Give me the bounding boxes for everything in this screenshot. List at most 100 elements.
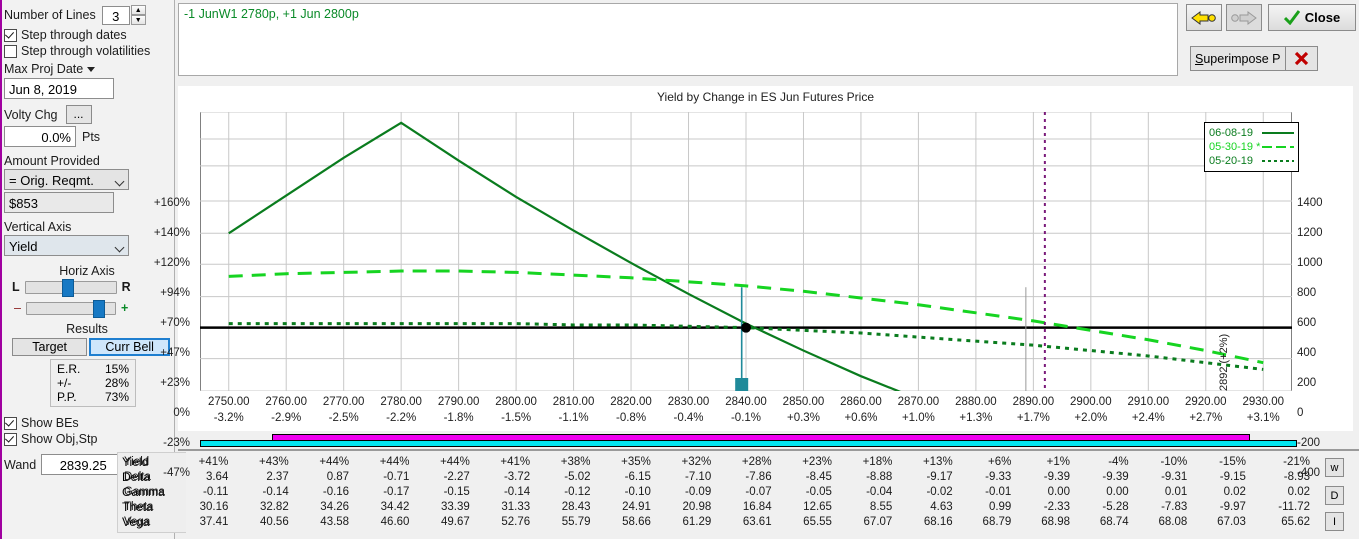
zoom-slider-thumb[interactable] bbox=[92, 299, 105, 318]
greeks-cell: -3.72 bbox=[503, 471, 531, 483]
greeks-cell: 0.02 bbox=[1287, 486, 1310, 498]
chart-title: Yield by Change in ES Jun Futures Price bbox=[656, 90, 874, 104]
greeks-cell: -0.01 bbox=[985, 486, 1012, 498]
greeks-cell: 67.07 bbox=[863, 516, 893, 528]
greeks-cell: -0.02 bbox=[926, 486, 953, 498]
chart-legend: 06-08-19 05-30-19 * 05-20-19 bbox=[1204, 122, 1299, 172]
greeks-cell: 68.74 bbox=[1099, 516, 1129, 528]
volty-value-row: 0.0% Pts bbox=[0, 126, 174, 147]
d-button[interactable]: D bbox=[1325, 486, 1344, 505]
greeks-cell: +38% bbox=[560, 456, 591, 468]
back-button[interactable] bbox=[1186, 4, 1222, 31]
greeks-cell: -0.15 bbox=[443, 486, 470, 498]
y-tick-right: 1200 bbox=[1297, 227, 1323, 239]
i-button[interactable]: I bbox=[1325, 512, 1344, 531]
result-name: P.P. bbox=[57, 390, 77, 404]
forward-button[interactable] bbox=[1226, 4, 1262, 31]
pan-slider-track[interactable] bbox=[24, 278, 117, 297]
y-tick-left: -23% bbox=[163, 437, 190, 449]
checkbox-icon[interactable] bbox=[4, 416, 17, 430]
position-text: -1 JunW1 2780p, +1 Jun 2800p bbox=[184, 7, 359, 21]
number-of-lines-input[interactable]: 3 bbox=[101, 5, 130, 25]
amount-provided-value[interactable]: $853 bbox=[4, 192, 114, 213]
amount-provided-select[interactable]: = Orig. Reqmt. bbox=[4, 169, 129, 190]
greeks-cell: +18% bbox=[862, 456, 893, 468]
superimpose-delete-button[interactable] bbox=[1286, 46, 1318, 71]
range-bar-cyan[interactable] bbox=[200, 440, 1297, 447]
x-tick-pct-label: +2.7% bbox=[1189, 412, 1223, 424]
x-tick-label: 2870.00 bbox=[897, 396, 940, 408]
tab-target[interactable]: Target bbox=[12, 338, 88, 356]
chart-container[interactable]: Yield by Change in ES Jun Futures Price … bbox=[154, 86, 1353, 479]
close-label: Close bbox=[1304, 10, 1341, 25]
checkbox-icon[interactable] bbox=[4, 44, 17, 58]
plot-area[interactable] bbox=[200, 112, 1292, 391]
greeks-cell: +43% bbox=[258, 456, 289, 468]
legend-line-dotted-icon bbox=[1262, 160, 1294, 162]
number-of-lines-label: Number of Lines bbox=[4, 8, 96, 22]
close-button[interactable]: Close bbox=[1268, 4, 1356, 31]
x-tick-pct-label: -0.1% bbox=[730, 412, 762, 424]
volty-chg-options-button[interactable]: ... bbox=[65, 105, 92, 124]
x-tick-label: 2910.00 bbox=[1127, 396, 1170, 408]
volty-chg-row: Volty Chg ... bbox=[0, 105, 174, 124]
greeks-cell: 55.79 bbox=[561, 516, 591, 528]
greeks-cell: 0.87 bbox=[326, 471, 350, 483]
result-row: P.P. 73% bbox=[57, 390, 129, 404]
greeks-row: Delta 3.64 2.37 0.87 -0.71 -2.27 -3.72 -5.02 -6.… bbox=[122, 470, 1312, 485]
zoom-slider-track[interactable] bbox=[25, 299, 116, 318]
spinner-up-icon[interactable]: ▲ bbox=[130, 5, 146, 15]
pan-slider-thumb[interactable] bbox=[61, 278, 74, 297]
greeks-cell: 32.82 bbox=[259, 501, 289, 513]
checkbox-icon[interactable] bbox=[4, 28, 17, 42]
greeks-cell: 3.64 bbox=[205, 471, 229, 483]
max-proj-date-header[interactable]: Max Proj Date bbox=[0, 62, 174, 76]
greeks-cell: 0.99 bbox=[988, 501, 1012, 513]
number-of-lines-spinner[interactable]: ▲ ▼ bbox=[130, 5, 146, 25]
greeks-cell: 61.29 bbox=[682, 516, 712, 528]
greeks-cell: 12.65 bbox=[803, 501, 832, 513]
step-through-dates-checkbox[interactable]: Step through dates bbox=[0, 27, 174, 43]
spinner-down-icon[interactable]: ▼ bbox=[130, 15, 146, 25]
results-values: E.R. 15% +/- 28% P.P. 73% bbox=[50, 359, 136, 407]
back-arrow-icon bbox=[1191, 10, 1216, 25]
greeks-cell: -0.71 bbox=[383, 471, 410, 483]
x-tick-pct-label: -0.4% bbox=[673, 412, 704, 424]
x-tick-pct-label: +1.3% bbox=[959, 412, 993, 424]
greeks-cell: 65.62 bbox=[1281, 516, 1310, 528]
greeks-cell: +44% bbox=[379, 456, 410, 468]
greeks-cell: 65.55 bbox=[803, 516, 832, 528]
greeks-cell: +6% bbox=[987, 456, 1012, 468]
x-tick-label: 2780.00 bbox=[380, 396, 422, 408]
forward-arrow-icon bbox=[1231, 10, 1257, 25]
greeks-cell: -11.72 bbox=[1278, 501, 1310, 513]
greeks-cell: -0.14 bbox=[503, 486, 531, 498]
legend-entry: 05-30-19 * bbox=[1209, 140, 1294, 154]
greeks-cell: 0.01 bbox=[1164, 486, 1188, 498]
range-bar-magenta[interactable] bbox=[272, 434, 1250, 441]
vertical-axis-select[interactable]: Yield bbox=[4, 235, 129, 256]
wand-input[interactable]: 2839.25 bbox=[41, 454, 126, 475]
chevron-down-icon[interactable] bbox=[87, 66, 96, 72]
volty-chg-input[interactable]: 0.0% bbox=[4, 126, 76, 147]
greeks-cell: -7.86 bbox=[745, 471, 772, 483]
x-tick-pct-label: +1.7% bbox=[1016, 412, 1050, 424]
greeks-cell: -7.83 bbox=[1161, 501, 1188, 513]
greeks-cell: +35% bbox=[621, 456, 651, 468]
result-value: 28% bbox=[104, 376, 129, 390]
w-button[interactable]: w bbox=[1325, 458, 1344, 477]
current-price-marker-handle[interactable] bbox=[735, 378, 749, 391]
greeks-cell: 4.63 bbox=[930, 501, 953, 513]
max-proj-date-input[interactable]: Jun 8, 2019 bbox=[4, 78, 114, 99]
horiz-axis-zoom-slider[interactable]: – + bbox=[0, 299, 174, 318]
superimpose-button[interactable]: Superimpose P bbox=[1190, 46, 1286, 71]
dot-marker[interactable] bbox=[741, 322, 751, 333]
greeks-table: Yield +41% +43% +44% +44% +44% +41% +38% +35% +32… bbox=[122, 455, 1312, 537]
greeks-cell: -0.04 bbox=[866, 486, 893, 498]
greeks-cell: 2.37 bbox=[266, 471, 289, 483]
step-through-volatilities-checkbox[interactable]: Step through volatilities bbox=[0, 43, 174, 59]
x-tick-label: 2920.00 bbox=[1184, 396, 1227, 408]
checkbox-icon[interactable] bbox=[4, 432, 17, 446]
x-tick-pct-label: -1.1% bbox=[558, 412, 589, 424]
position-description-box[interactable]: -1 JunW1 2780p, +1 Jun 2800p bbox=[178, 3, 1178, 76]
